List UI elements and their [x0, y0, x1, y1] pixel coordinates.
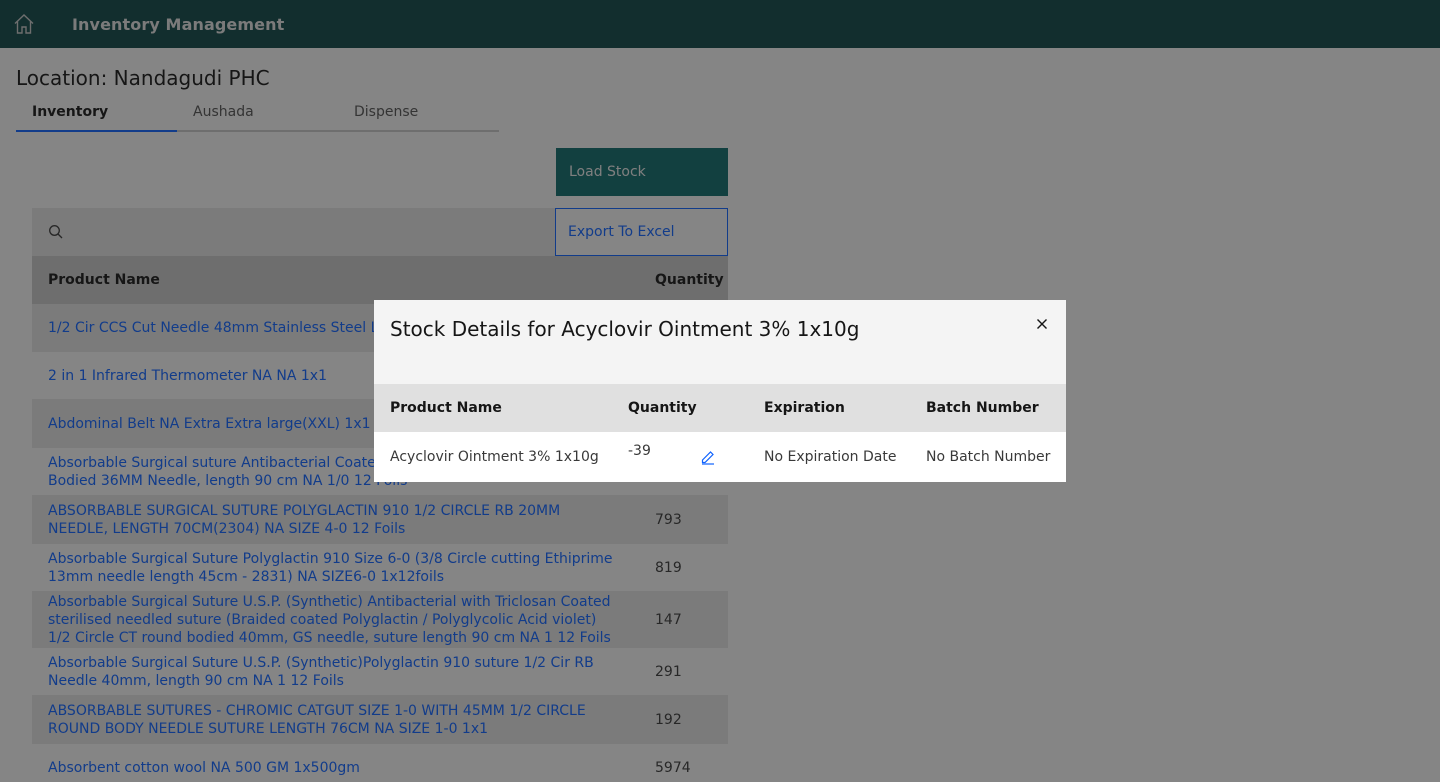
edit-icon: [701, 451, 714, 465]
quantity-cell: -39: [611, 443, 747, 465]
header-batch-number: Batch Number: [926, 400, 1039, 416]
stock-details-table: Product Name Quantity Expiration Batch N…: [374, 384, 1066, 482]
quantity-value: -39: [628, 443, 651, 459]
product-name-cell: Acyclovir Ointment 3% 1x10g: [390, 449, 599, 465]
close-button[interactable]: [1030, 312, 1054, 336]
modal-table-header: Product Name Quantity Expiration Batch N…: [374, 384, 1066, 432]
header-quantity: Quantity: [628, 400, 697, 416]
header-expiration: Expiration: [764, 400, 845, 416]
edit-quantity-button[interactable]: [700, 449, 716, 465]
modal-title: Stock Details for Acyclovir Ointment 3% …: [390, 317, 860, 341]
table-row: Acyclovir Ointment 3% 1x10g -39 No Expir…: [374, 432, 1066, 482]
header-product-name: Product Name: [390, 400, 502, 416]
close-icon: [1037, 319, 1047, 329]
stock-details-modal: Stock Details for Acyclovir Ointment 3% …: [374, 300, 1066, 482]
batch-number-cell: No Batch Number: [926, 449, 1051, 465]
expiration-cell: No Expiration Date: [764, 449, 897, 465]
